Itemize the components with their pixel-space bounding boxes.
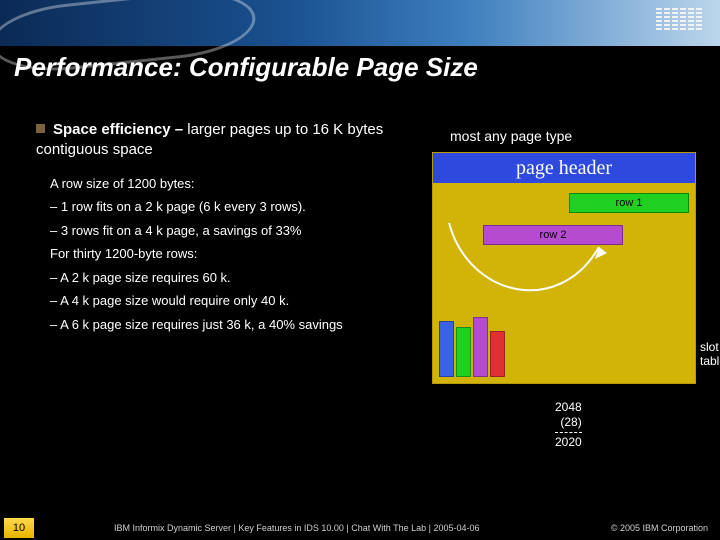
ibm-logo-icon bbox=[656, 8, 702, 30]
size-line-4k: – A 4 k page size would require only 40 … bbox=[50, 292, 416, 310]
copyright-text: © 2005 IBM Corporation bbox=[611, 523, 708, 533]
slot-bar-2 bbox=[456, 327, 471, 377]
fit-line-1: – 1 row fits on a 2 k page (6 k every 3 … bbox=[50, 198, 416, 216]
slide-title: Performance: Configurable Page Size bbox=[14, 52, 478, 83]
slot-bar-1 bbox=[439, 321, 454, 377]
slot-bar-3 bbox=[473, 317, 488, 377]
size-line-6k: – A 6 k page size requires just 36 k, a … bbox=[50, 316, 416, 334]
diagram-caption: most any page type bbox=[450, 128, 572, 144]
slot-bar-4 bbox=[490, 331, 505, 377]
rowsize-line: A row size of 1200 bytes: bbox=[50, 175, 416, 193]
size-line-2k: – A 2 k page size requires 60 k. bbox=[50, 269, 416, 287]
headline: Space efficiency – larger pages up to 16… bbox=[36, 120, 416, 161]
footer: 10 IBM Informix Dynamic Server | Key Fea… bbox=[0, 516, 720, 540]
body-text: Space efficiency – larger pages up to 16… bbox=[36, 120, 416, 339]
calc-result: 2020 bbox=[555, 435, 582, 450]
row-1-block: row 1 bbox=[569, 193, 689, 213]
slot-table-label-1: slot bbox=[700, 340, 719, 354]
calc-block: 2048 (28) 2020 bbox=[555, 400, 582, 450]
headline-lead: Space efficiency – bbox=[53, 121, 183, 138]
slot-table-label-2: table bbox=[700, 354, 720, 368]
calc-rule bbox=[555, 432, 582, 433]
footer-text: IBM Informix Dynamic Server | Key Featur… bbox=[114, 523, 480, 533]
pointer-curve-icon bbox=[439, 217, 639, 327]
page-number-badge: 10 bbox=[4, 518, 34, 538]
bullet-icon bbox=[36, 124, 45, 133]
calc-b: (28) bbox=[555, 415, 582, 430]
calc-a: 2048 bbox=[555, 400, 582, 415]
fit-line-2: – 3 rows fit on a 4 k page, a savings of… bbox=[50, 222, 416, 240]
header-banner bbox=[0, 0, 720, 46]
page-header-bar: page header bbox=[433, 153, 695, 183]
thirty-line: For thirty 1200-byte rows: bbox=[50, 245, 416, 263]
slot-table-bars bbox=[439, 317, 505, 377]
page-diagram: page header row 1 row 2 bbox=[432, 152, 696, 384]
slot-table-label: slot table bbox=[700, 340, 720, 369]
